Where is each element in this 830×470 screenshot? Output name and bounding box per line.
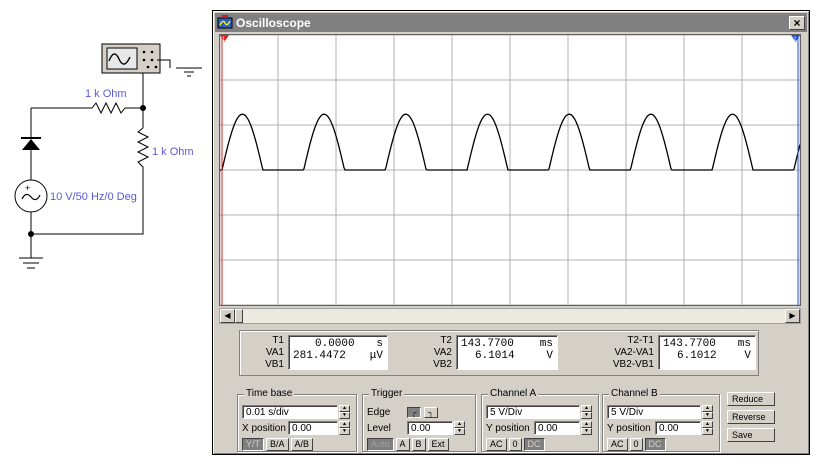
va2-value: 6.1014: [475, 350, 515, 362]
close-button[interactable]: ×: [789, 15, 805, 30]
diode-icon: [21, 137, 41, 150]
title-bar[interactable]: Oscilloscope ×: [215, 13, 807, 32]
level-field[interactable]: 0.00: [407, 421, 453, 435]
t1-label: T1: [272, 335, 284, 346]
scroll-right-button[interactable]: ▶: [785, 309, 800, 323]
readout-delta: T2-T1 VA2-VA1 VB2-VB1 143.7700 ms 6.1012 V: [600, 335, 756, 373]
scroll-thumb[interactable]: [235, 309, 243, 323]
channel-b-dc-button[interactable]: DC: [644, 437, 666, 451]
mode-yt-button[interactable]: Y/T: [242, 437, 265, 451]
rising-edge-icon[interactable]: ┌: [407, 406, 421, 418]
channel-b-scale-field[interactable]: 5 V/Div: [607, 405, 701, 419]
channel-a-ypos-spinner[interactable]: ▲ ▼: [581, 421, 592, 435]
trigger-a-button[interactable]: A: [395, 437, 410, 451]
readout-t1: T1 VA1 VB1 0.0000 s 281.4472 μV: [248, 335, 418, 373]
dt-time: 143.7700: [663, 338, 716, 350]
channel-a-group: Channel A 5 V/Div ▲ ▼ Y position 0.00 ▲ ▼ …: [481, 388, 599, 452]
oscilloscope-window: Oscilloscope × 1 2 ◀ ▶ T1 VA1 VB1 0.0000…: [212, 10, 810, 455]
save-button[interactable]: Save: [727, 428, 775, 442]
delta-readout-box: 143.7700 ms 6.1012 V: [658, 335, 756, 370]
ground-icon: [19, 257, 43, 269]
dt-time-unit: ms: [737, 338, 751, 350]
channel-a-ac-button[interactable]: AC: [486, 437, 507, 451]
channel-a-dc-button[interactable]: DC: [523, 437, 545, 451]
channel-b-scale-spinner[interactable]: ▲ ▼: [702, 405, 713, 419]
vb1-label: VB1: [265, 359, 284, 370]
t2-time-unit: ms: [539, 338, 553, 350]
channel-a-ypos-field[interactable]: 0.00: [534, 421, 580, 435]
va1-label: VA1: [265, 347, 284, 358]
trigger-group: Trigger Edge ┌ ┐ Level 0.00 ▲ ▼ Auto A B …: [362, 388, 476, 452]
timebase-field[interactable]: 0.01 s/div: [242, 405, 338, 419]
va1-unit: μV: [369, 350, 383, 362]
resistor-1-icon: [91, 101, 128, 115]
horizontal-scrollbar[interactable]: ◀ ▶: [219, 308, 801, 324]
vb2-label: VB2: [433, 359, 452, 370]
t1-time-unit: s: [376, 338, 383, 350]
scroll-left-button[interactable]: ◀: [220, 309, 235, 323]
channel-a-ypos-label: Y position: [486, 422, 530, 434]
t2-readout-box: 143.7700 ms 6.1014 V: [456, 335, 558, 370]
ac-source-icon: +: [14, 179, 48, 213]
app-icon: [217, 15, 233, 29]
channel-b-ypos-field[interactable]: 0.00: [655, 421, 701, 435]
va2-unit: V: [546, 350, 553, 362]
trigger-b-button[interactable]: B: [411, 437, 426, 451]
timebase-spinner[interactable]: ▲ ▼: [339, 405, 350, 419]
resistor-2-icon: [136, 127, 150, 172]
t2-label: T2: [440, 335, 452, 346]
scope-display: 1 2: [220, 35, 800, 305]
falling-edge-icon[interactable]: ┐: [424, 406, 438, 418]
dva-value: 6.1012: [677, 350, 717, 362]
dvb-label: VB2-VB1: [612, 359, 654, 370]
window-title: Oscilloscope: [236, 15, 311, 30]
reduce-button[interactable]: Reduce: [727, 392, 775, 406]
source-label: 10 V/50 Hz/0 Deg: [50, 191, 137, 203]
trigger-title: Trigger: [369, 388, 405, 399]
oscilloscope-instrument-icon[interactable]: [101, 43, 161, 74]
channel-a-scale-spinner[interactable]: ▲ ▼: [581, 405, 592, 419]
trigger-ext-button[interactable]: Ext: [427, 437, 449, 451]
mode-ab-button[interactable]: A/B: [290, 437, 314, 451]
t1-time: 0.0000: [315, 338, 355, 350]
xpos-label: X position: [242, 422, 286, 434]
va1-value: 281.4472: [293, 350, 346, 362]
reverse-button[interactable]: Reverse: [727, 410, 775, 424]
t2-time: 143.7700: [461, 338, 514, 350]
t1-readout-box: 0.0000 s 281.4472 μV: [288, 335, 388, 370]
channel-a-scale-field[interactable]: 5 V/Div: [486, 405, 580, 419]
dva-unit: V: [744, 350, 751, 362]
channel-a-title: Channel A: [488, 388, 539, 399]
cursor-2-handle[interactable]: 2: [791, 35, 800, 43]
trigger-auto-button[interactable]: Auto: [367, 437, 394, 451]
dt-label: T2-T1: [627, 335, 654, 346]
channel-b-zero-button[interactable]: 0: [629, 437, 643, 451]
cursor-readout-panel: T1 VA1 VB1 0.0000 s 281.4472 μV T2 VA2 VB2…: [239, 330, 759, 376]
channel-a-zero-button[interactable]: 0: [508, 437, 522, 451]
resistor-2-label: 1 k Ohm: [152, 146, 194, 158]
timebase-group: Time base 0.01 s/div ▲ ▼ X position 0.00 …: [237, 388, 357, 452]
mode-ba-button[interactable]: B/A: [266, 437, 289, 451]
va2-label: VA2: [433, 347, 452, 358]
readout-t2: T2 VA2 VB2 143.7700 ms 6.1014 V: [426, 335, 596, 373]
level-spinner[interactable]: ▲ ▼: [454, 421, 465, 435]
xpos-spinner[interactable]: ▲ ▼: [339, 421, 350, 435]
svg-text:+: +: [25, 183, 30, 193]
level-label: Level: [367, 422, 391, 434]
channel-b-ypos-label: Y position: [607, 422, 651, 434]
channel-b-title: Channel B: [609, 388, 660, 399]
timebase-title: Time base: [244, 388, 295, 399]
channel-b-group: Channel B 5 V/Div ▲ ▼ Y position 0.00 ▲ ▼ …: [602, 388, 720, 452]
channel-b-ac-button[interactable]: AC: [607, 437, 628, 451]
resistor-1-label: 1 k Ohm: [85, 88, 127, 100]
edge-label: Edge: [367, 406, 391, 418]
scope-screen[interactable]: 1 2: [219, 34, 801, 306]
channel-b-ypos-spinner[interactable]: ▲ ▼: [702, 421, 713, 435]
cursor-1-handle[interactable]: 1: [220, 35, 229, 43]
xpos-field[interactable]: 0.00: [288, 421, 338, 435]
dva-label: VA2-VA1: [614, 347, 654, 358]
circuit-schematic: + 1 k Ohm 1 k Ohm 10 V/50 Hz/0 Deg: [14, 43, 202, 269]
